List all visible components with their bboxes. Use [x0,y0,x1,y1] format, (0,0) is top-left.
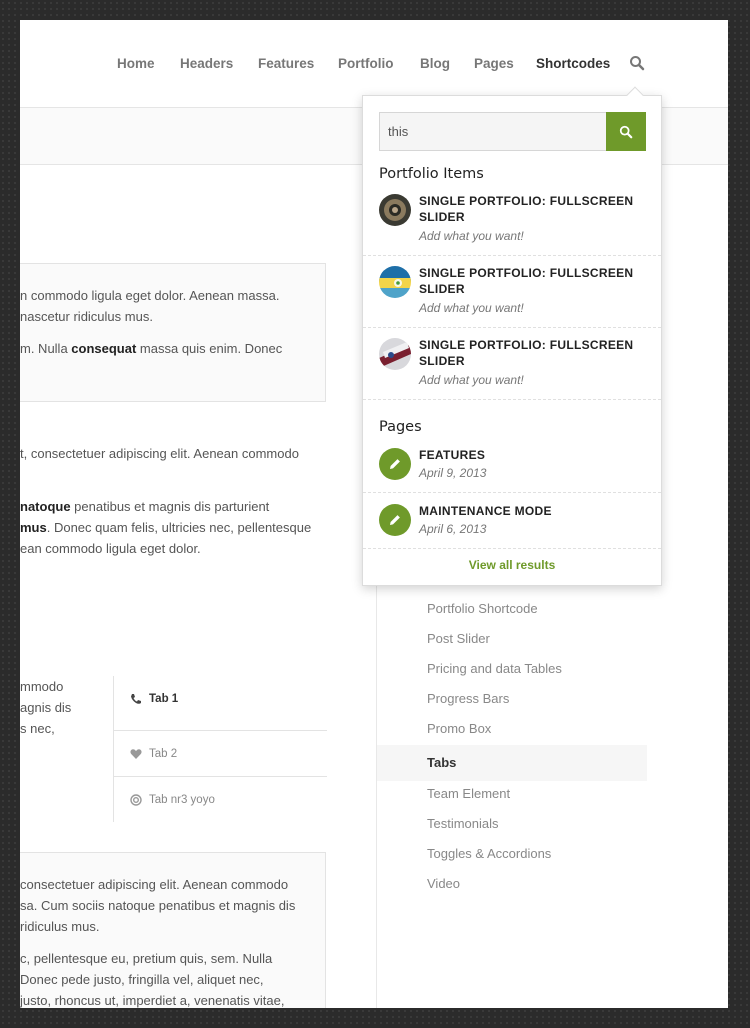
result-subtitle: Add what you want! [419,301,524,315]
result-title: MAINTENANCE MODE [419,504,552,518]
page-result[interactable]: MAINTENANCE MODE April 6, 2013 [363,503,661,549]
content-text: t, consectetuer adipiscing elit. Aenean … [20,446,299,461]
tab-label: Tab 2 [149,747,178,760]
content-text: mus. Donec quam felis, ultricies nec, pe… [20,520,312,535]
content-text: m. Nulla consequat massa quis enim. Done… [20,341,283,356]
sidebar-item-promo-box[interactable]: Promo Box [377,714,647,744]
result-title: SINGLE PORTFOLIO: FULLSCREEN SLIDER [419,338,634,368]
content-text: nascetur ridiculus mus. [20,309,153,324]
sidebar-item-pricing-tables[interactable]: Pricing and data Tables [377,654,647,684]
result-title: SINGLE PORTFOLIO: FULLSCREEN SLIDER [419,266,634,296]
result-subtitle: Add what you want! [419,373,524,387]
sidebar-menu: Portfolio Shortcode Post Slider Pricing … [376,580,647,1008]
content-text: justo, rhoncus ut, imperdiet a, venenati… [20,993,285,1008]
portfolio-result[interactable]: SINGLE PORTFOLIO: FULLSCREEN SLIDER Add … [363,193,661,256]
pencil-icon [379,448,411,480]
portfolio-heading: Portfolio Items [379,166,484,182]
search-dropdown: Portfolio Items SINGLE PORTFOLIO: FULLSC… [362,86,662,586]
search-button[interactable] [606,112,646,151]
portfolio-thumbnail [379,338,411,370]
content-box [20,263,326,402]
result-subtitle: Add what you want! [419,229,524,243]
tab-content-text: s nec, [20,721,55,736]
content-text: c, pellentesque eu, pretium quis, sem. N… [20,951,273,966]
heart-icon [130,748,142,759]
pencil-icon [379,504,411,536]
search-icon [619,125,633,138]
sidebar-item-post-slider[interactable]: Post Slider [377,624,647,654]
search-icon[interactable] [629,55,647,73]
view-all-results-link[interactable]: View all results [363,558,661,572]
sidebar-item-portfolio-shortcode[interactable]: Portfolio Shortcode [377,594,647,624]
sidebar-item-video[interactable]: Video [377,869,647,899]
result-date: April 9, 2013 [419,466,487,480]
nav-home[interactable]: Home [117,56,155,71]
pages-heading: Pages [379,419,422,435]
nav-shortcodes[interactable]: Shortcodes [536,56,610,71]
nav-pages[interactable]: Pages [474,56,514,71]
nav-features[interactable]: Features [258,56,314,71]
content-text: Donec pede justo, fringilla vel, aliquet… [20,972,264,987]
nav-blog[interactable]: Blog [420,56,450,71]
content-text: ridiculus mus. [20,919,100,934]
tab-label: Tab 1 [149,693,179,705]
search-input[interactable] [379,112,607,151]
sidebar-item-testimonials[interactable]: Testimonials [377,809,647,839]
sidebar-item-team-element[interactable]: Team Element [377,779,647,809]
sidebar-item-tabs[interactable]: Tabs [377,745,647,781]
tab-1[interactable]: Tab 1 [114,676,327,722]
lifebuoy-icon [130,793,142,806]
result-title: FEATURES [419,448,486,462]
page-result[interactable]: FEATURES April 9, 2013 [363,447,661,493]
content-text: sa. Cum sociis natoque penatibus et magn… [20,898,296,913]
result-date: April 6, 2013 [419,522,487,536]
nav-portfolio[interactable]: Portfolio [338,56,394,71]
tab-3[interactable]: Tab nr3 yoyo [114,776,327,822]
sidebar-item-progress-bars[interactable]: Progress Bars [377,684,647,714]
tabs-nav: Tab 1 Tab 2 Tab nr3 yoyo [113,676,327,822]
content-text: natoque penatibus et magnis dis parturie… [20,499,270,514]
tab-content-text: mmodo [20,679,64,694]
tab-content-text: agnis dis [20,700,72,715]
result-title: SINGLE PORTFOLIO: FULLSCREEN SLIDER [419,194,634,224]
portfolio-thumbnail [379,266,411,298]
content-text: consectetuer adipiscing elit. Aenean com… [20,877,289,892]
nav-headers[interactable]: Headers [180,56,233,71]
phone-icon [131,694,141,704]
tab-label: Tab nr3 yoyo [149,793,215,806]
content-text: ean commodo ligula eget dolor. [20,541,201,556]
portfolio-result[interactable]: SINGLE PORTFOLIO: FULLSCREEN SLIDER Add … [363,337,661,400]
sidebar-item-toggles[interactable]: Toggles & Accordions [377,839,647,869]
portfolio-result[interactable]: SINGLE PORTFOLIO: FULLSCREEN SLIDER Add … [363,265,661,328]
tab-2[interactable]: Tab 2 [114,730,327,776]
portfolio-thumbnail [379,194,411,226]
content-text: n commodo ligula eget dolor. Aenean mass… [20,288,280,303]
